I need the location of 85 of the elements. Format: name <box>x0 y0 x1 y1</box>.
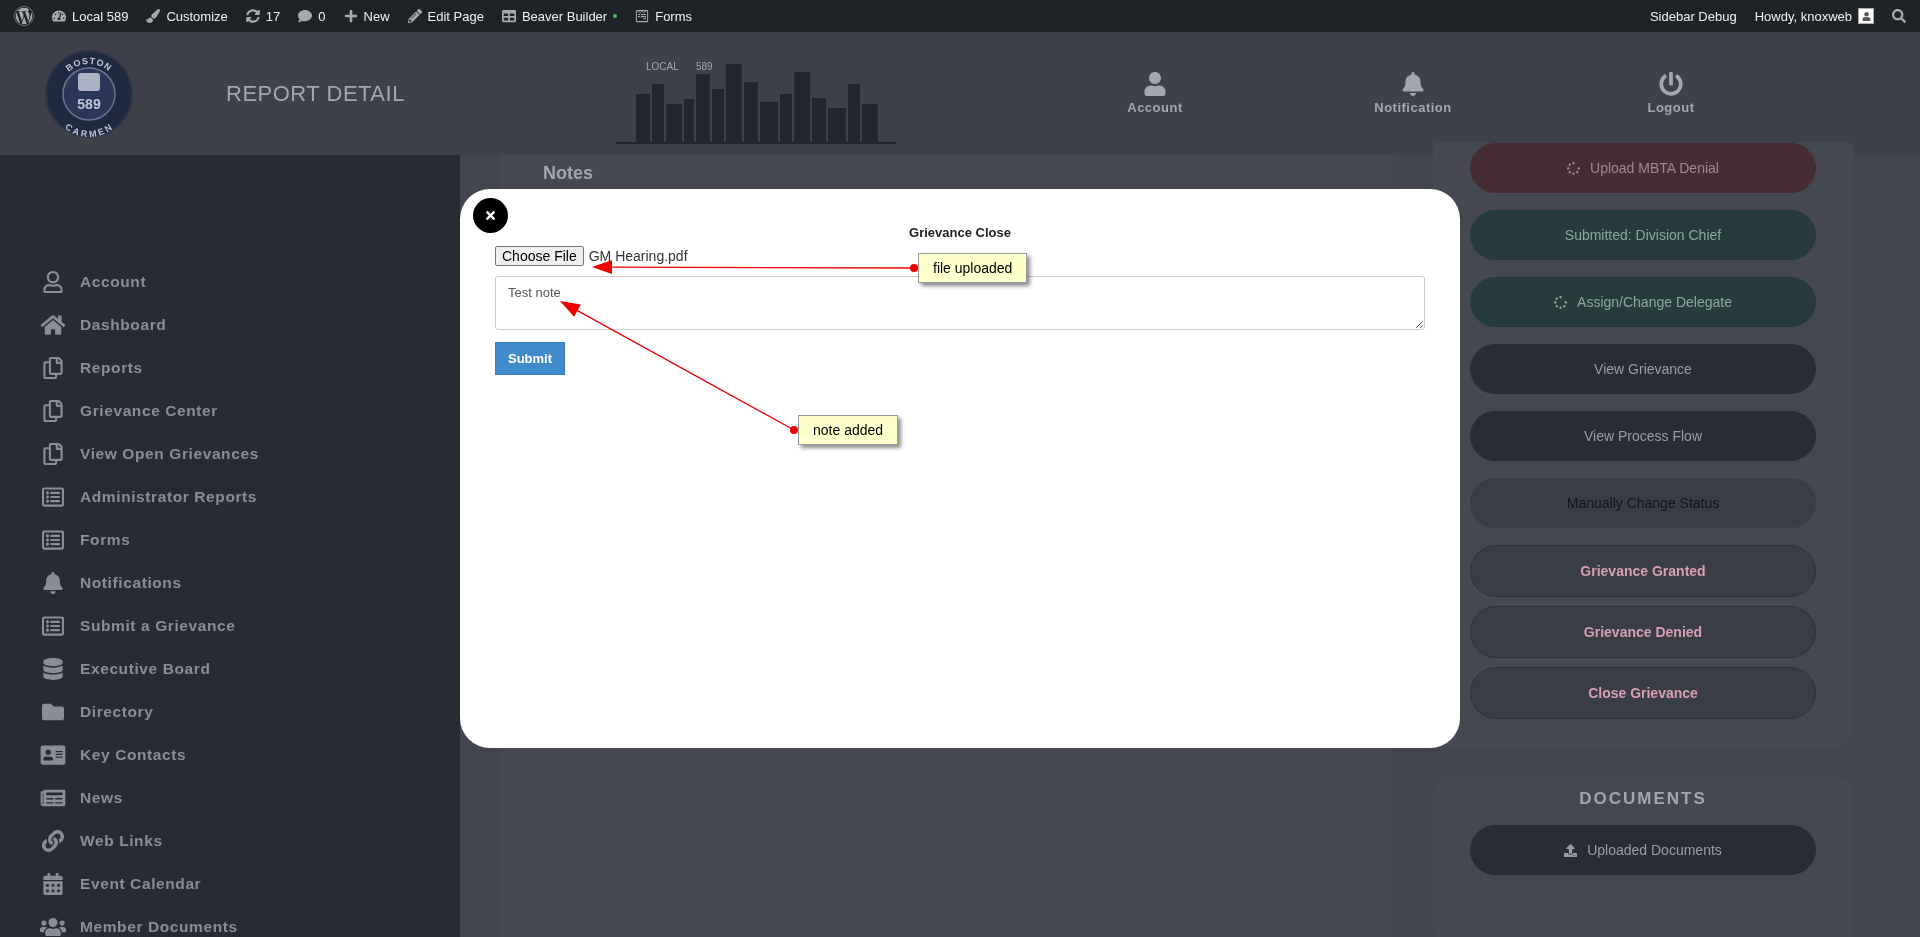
sidebar-item[interactable]: Reports <box>0 346 460 389</box>
choose-file-button[interactable]: Choose File <box>495 246 584 266</box>
skyline-label: 589 <box>696 60 713 72</box>
submit-button[interactable]: Submit <box>495 342 565 375</box>
admin-bar-link[interactable]: Forms <box>627 0 701 32</box>
file-name: GM Hearing.pdf <box>588 248 688 264</box>
admin-bar-link[interactable]: Beaver Builder <box>493 0 626 32</box>
annotation-callout: file uploaded <box>918 253 1028 283</box>
section-heading: Notes <box>543 163 594 184</box>
admin-bar-link[interactable]: Edit Page <box>399 0 492 32</box>
sidebar-item[interactable]: News <box>0 776 460 819</box>
spinner-icon <box>1567 161 1581 175</box>
action-button[interactable]: Close Grievance <box>1470 667 1816 719</box>
action-button[interactable]: Grievance Granted <box>1470 545 1816 597</box>
sidebar-item[interactable]: Dashboard <box>0 303 460 346</box>
modal-title: Grievance Close <box>908 225 1012 240</box>
copy-icon <box>40 399 66 422</box>
person-icon <box>40 270 66 293</box>
action-button[interactable]: Assign/Change Delegate <box>1470 277 1816 327</box>
search-icon <box>1892 9 1906 23</box>
forms-icon <box>635 9 650 23</box>
plus-icon <box>343 9 358 23</box>
admin-bar-link[interactable]: 0 <box>290 0 334 32</box>
action-button[interactable]: View Grievance <box>1470 344 1816 394</box>
copy-icon <box>40 442 66 465</box>
action-button[interactable]: Upload MBTA Denial <box>1470 143 1816 193</box>
group-icon <box>40 915 66 937</box>
action-button[interactable]: Submitted: Division Chief <box>1470 210 1816 260</box>
table-icon <box>501 9 516 23</box>
list-icon <box>40 485 66 508</box>
annotation-callout: note added <box>798 415 899 445</box>
action-button[interactable]: Uploaded Documents <box>1470 825 1816 875</box>
sidebar-item[interactable]: Event Calendar <box>0 862 460 905</box>
database-icon <box>40 657 66 680</box>
sidebar-item[interactable]: Administrator Reports <box>0 475 460 518</box>
pencil-icon <box>407 9 422 23</box>
house-icon <box>40 313 66 336</box>
admin-bar-link[interactable]: 17 <box>237 0 289 32</box>
close-button[interactable] <box>473 198 508 233</box>
list-icon <box>40 614 66 637</box>
admin-bar-link[interactable]: Sidebar Debug <box>1641 0 1745 32</box>
admin-bar-link[interactable]: Howdy, knoxweb <box>1746 0 1882 32</box>
action-button[interactable]: Grievance Denied <box>1470 606 1816 658</box>
link-icon <box>40 829 66 852</box>
bell-icon <box>40 571 66 594</box>
spinner-icon <box>1554 295 1568 309</box>
sidebar-item[interactable]: View Open Grievances <box>0 432 460 475</box>
person-icon <box>1143 72 1167 96</box>
copy-icon <box>40 356 66 379</box>
bell-icon <box>1401 72 1425 96</box>
note-field[interactable]: Test note <box>495 276 1425 330</box>
contact-card-icon <box>40 743 66 766</box>
sidebar-item[interactable]: Notifications <box>0 561 460 604</box>
admin-bar-link[interactable]: New <box>335 0 398 32</box>
sidebar-item[interactable]: Grievance Center <box>0 389 460 432</box>
sidebar-item[interactable]: Submit a Grievance <box>0 604 460 647</box>
union-logo[interactable]: BOSTON 589 CARMEN <box>44 48 134 139</box>
action-button[interactable]: View Process Flow <box>1470 411 1816 461</box>
sidebar-item[interactable]: Executive Board <box>0 647 460 690</box>
list-icon <box>40 528 66 551</box>
sidebar-item[interactable]: Account <box>0 260 460 303</box>
sidebar-item[interactable]: Member Documents <box>0 905 460 937</box>
header-nav-link[interactable]: Account <box>1026 72 1284 115</box>
brush-icon <box>146 9 161 23</box>
close-icon <box>484 209 497 222</box>
section-heading: DOCUMENTS <box>1578 789 1708 809</box>
header-nav-link[interactable]: Logout <box>1542 72 1800 115</box>
gauge-icon <box>52 9 66 23</box>
power-icon <box>1659 72 1683 96</box>
sidebar-item[interactable]: Web Links <box>0 819 460 862</box>
sidebar-item[interactable]: Directory <box>0 690 460 733</box>
admin-bar-link[interactable]: Customize <box>138 0 236 32</box>
refresh-icon <box>245 9 260 23</box>
comment-icon <box>298 9 313 23</box>
header-nav-link[interactable]: Notification <box>1284 72 1542 115</box>
skyline-label: LOCAL <box>646 60 679 72</box>
sidebar-item[interactable]: Forms <box>0 518 460 561</box>
status-dot <box>613 14 618 18</box>
wordpress-icon <box>14 6 34 26</box>
admin-bar-link[interactable]: Local 589 <box>44 0 137 32</box>
upload-icon <box>1564 843 1578 857</box>
sidebar-item[interactable]: Key Contacts <box>0 733 460 776</box>
page-title: REPORT DETAIL <box>226 80 406 107</box>
avatar-icon <box>1858 8 1874 24</box>
calendar-icon <box>40 872 66 895</box>
